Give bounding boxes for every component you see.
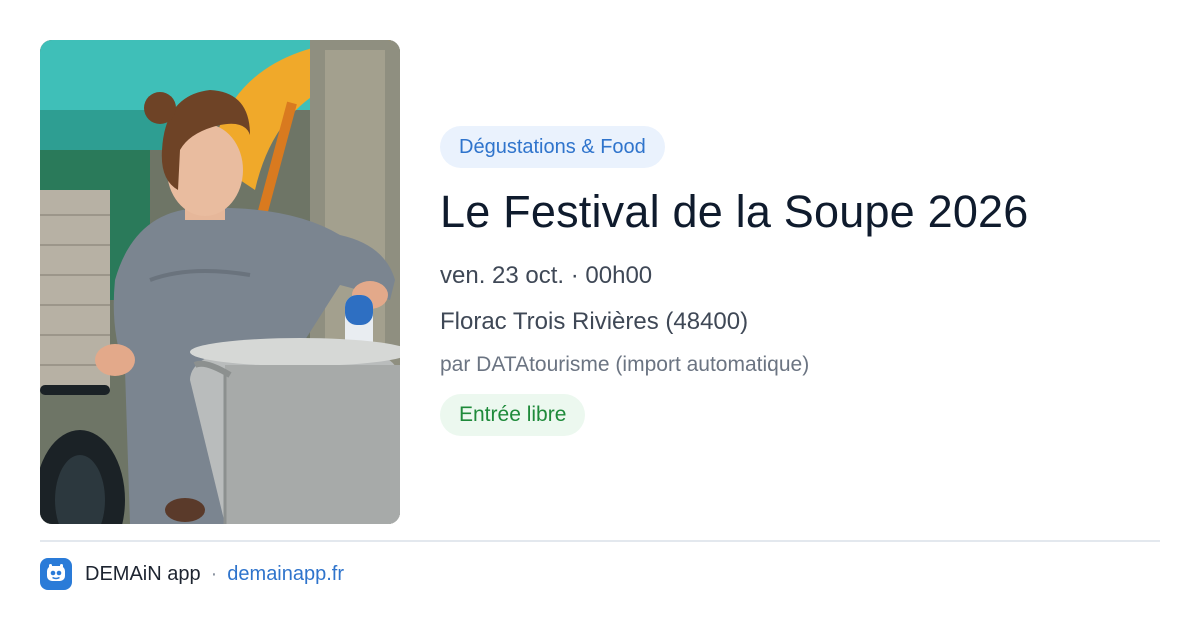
event-title: Le Festival de la Soupe 2026 (440, 186, 1029, 237)
event-photo-illustration (40, 40, 400, 524)
footer-separator: · (210, 562, 218, 585)
footer-divider (40, 540, 1160, 542)
price-badge: Entrée libre (440, 394, 586, 436)
category-badge[interactable]: Dégustations & Food (440, 126, 665, 168)
demain-app-logo-icon (40, 558, 72, 590)
app-name: DEMAiN app (85, 562, 201, 585)
footer: DEMAiN app · demainapp.fr (40, 558, 344, 590)
event-organizer: par DATAtourisme (import automatique) (440, 353, 810, 376)
event-location: Florac Trois Rivières (48400) (440, 308, 749, 335)
app-url-link[interactable]: demainapp.fr (227, 563, 344, 586)
event-photo (40, 40, 400, 524)
event-datetime: ven. 23 oct. · 00h00 (440, 262, 653, 289)
